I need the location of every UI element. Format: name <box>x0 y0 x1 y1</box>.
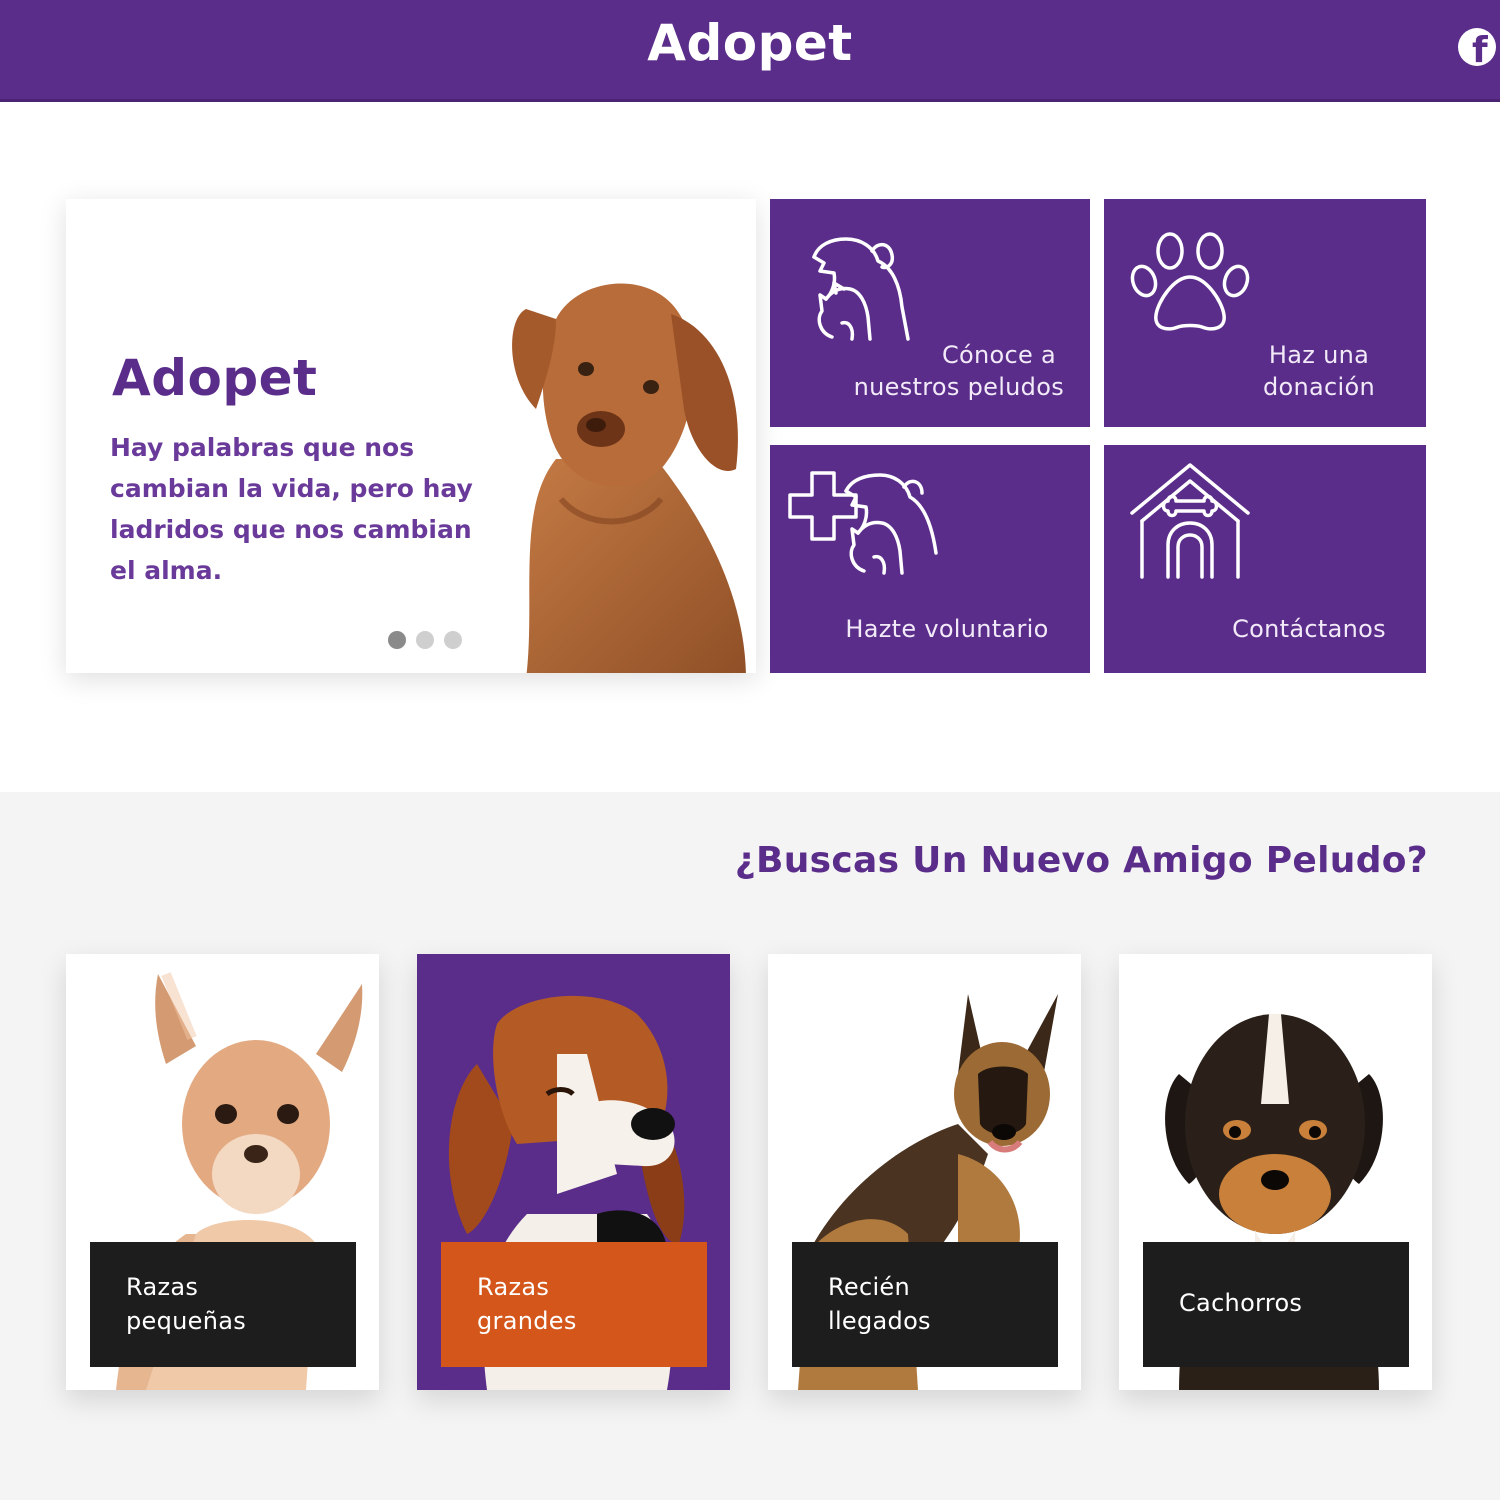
tile-volunteer[interactable]: Hazte voluntario <box>770 445 1090 673</box>
tile-contact-label: Contáctanos <box>1232 615 1386 643</box>
card-large-breeds[interactable]: Razas grandes <box>417 954 730 1390</box>
card-small-breeds-label: Razas pequeñas <box>126 1270 246 1338</box>
vizsla-dog-photo <box>512 283 746 673</box>
card-small-breeds-line-2: pequeñas <box>126 1307 247 1335</box>
brand-logo[interactable]: Adopet <box>0 14 1500 72</box>
adopt-title: ¿Buscas Un Nuevo Amigo Peludo? <box>734 840 1428 881</box>
card-puppies-label: Cachorros <box>1179 1289 1303 1317</box>
card-new-arrivals-label: Recién llegados <box>828 1270 931 1338</box>
dog-cat-icon <box>812 237 910 341</box>
card-small-breeds-line-1: Razas <box>126 1273 199 1301</box>
card-new-arrivals[interactable]: Recién llegados <box>768 954 1081 1390</box>
card-small-breeds-caption: Razas pequeñas <box>90 1242 356 1367</box>
card-puppies[interactable]: Cachorros <box>1119 954 1432 1390</box>
hero-title: Adopet <box>112 349 318 407</box>
facebook-icon[interactable]: f <box>1458 28 1496 66</box>
card-large-breeds-line-1: Razas <box>477 1273 550 1301</box>
carousel-dot-1[interactable] <box>388 631 406 649</box>
card-small-breeds[interactable]: Razas pequeñas <box>66 954 379 1390</box>
dog-house-icon <box>1130 463 1250 579</box>
card-large-breeds-line-2: grandes <box>477 1307 577 1335</box>
tile-meet-pets-label-2: nuestros peludos <box>853 373 1064 401</box>
adopt-section: ¿Buscas Un Nuevo Amigo Peludo? Razas peq… <box>0 792 1500 1500</box>
tile-meet-pets-label-1: Cónoce a <box>941 341 1056 369</box>
card-puppies-caption: Cachorros <box>1143 1242 1409 1367</box>
hero-carousel: Adopet Hay palabras que nos cambian la v… <box>66 199 756 673</box>
tile-volunteer-label: Hazte voluntario <box>845 615 1049 643</box>
tile-donate[interactable]: Haz una donación <box>1104 199 1426 427</box>
tile-donate-label-2: donación <box>1263 373 1375 401</box>
card-new-arrivals-line-2: llegados <box>828 1307 931 1335</box>
hero-quote: Hay palabras que nos cambian la vida, pe… <box>110 433 473 585</box>
paw-icon <box>1130 232 1250 331</box>
card-new-arrivals-caption: Recién llegados <box>792 1242 1058 1367</box>
tile-meet-pets[interactable]: Cónoce a nuestros peludos <box>770 199 1090 427</box>
card-large-breeds-label: Razas grandes <box>477 1270 577 1338</box>
facebook-glyph: f <box>1472 30 1488 66</box>
medical-pets-icon <box>788 471 938 575</box>
carousel-dot-2[interactable] <box>416 631 434 649</box>
top-header: Adopet f <box>0 0 1500 102</box>
carousel-dot-3[interactable] <box>444 631 462 649</box>
card-new-arrivals-line-1: Recién <box>828 1273 911 1301</box>
carousel-dots <box>388 631 462 649</box>
tile-donate-label-1: Haz una <box>1268 341 1370 369</box>
card-large-breeds-caption: Razas grandes <box>441 1242 707 1367</box>
tile-contact[interactable]: Contáctanos <box>1104 445 1426 673</box>
